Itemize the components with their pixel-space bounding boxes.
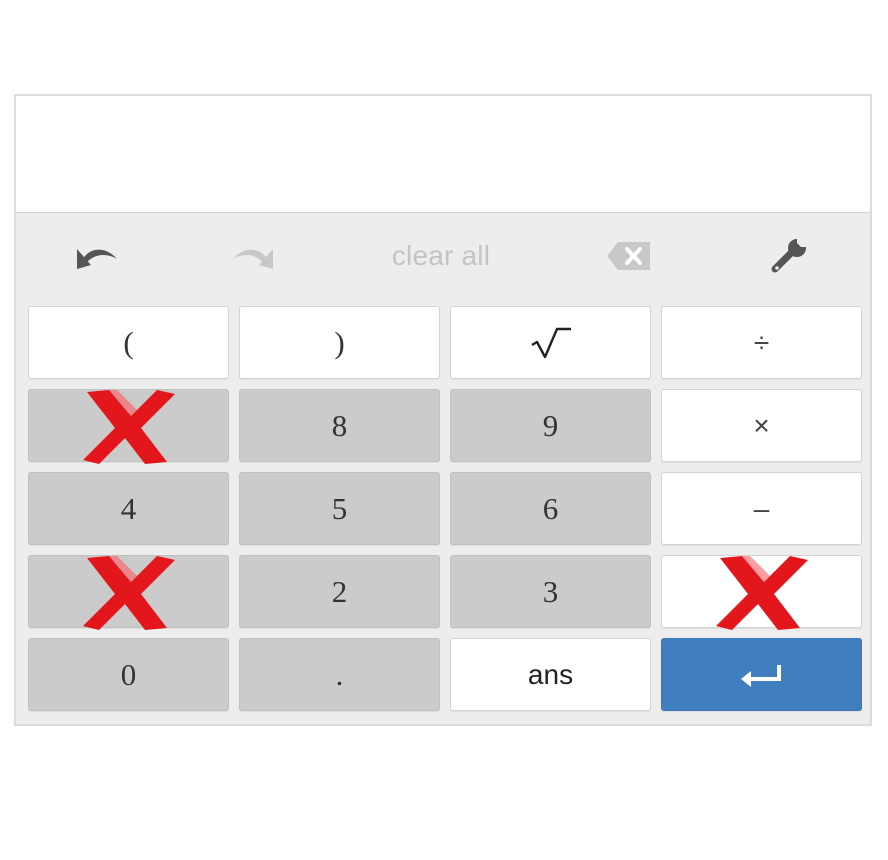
red-x-icon	[82, 555, 175, 630]
digit-3-key[interactable]: 3	[450, 555, 651, 628]
sqrt-icon	[530, 327, 571, 358]
digit-8-label: 8	[331, 407, 348, 443]
obscured-key-row4[interactable]	[28, 555, 229, 630]
backspace-icon	[607, 242, 650, 270]
digit-6-label: 6	[542, 490, 559, 526]
ans-label: ans	[527, 658, 574, 690]
multiply-label: ×	[753, 409, 770, 441]
digit-3-label: 3	[542, 573, 559, 609]
settings-button[interactable]	[768, 234, 812, 278]
undo-icon	[77, 249, 117, 269]
enter-key[interactable]	[661, 638, 862, 711]
digit-0-label: 0	[120, 656, 137, 692]
undo-button[interactable]	[68, 234, 124, 278]
divide-label: ÷	[753, 326, 770, 358]
decimal-point-label: .	[335, 656, 344, 692]
ans-key[interactable]: ans	[450, 638, 651, 711]
digit-4-label: 4	[120, 490, 137, 526]
backspace-button[interactable]	[604, 234, 654, 278]
close-paren-key[interactable]: )	[239, 306, 440, 379]
digit-2-key[interactable]: 2	[239, 555, 440, 628]
obscured-key-row2[interactable]	[28, 389, 229, 464]
multiply-key[interactable]: ×	[661, 389, 862, 462]
digit-5-key[interactable]: 5	[239, 472, 440, 545]
clear-all-button[interactable]: clear all	[376, 234, 506, 278]
redo-button[interactable]	[226, 234, 282, 278]
red-x-icon	[82, 389, 175, 464]
digit-9-key[interactable]: 9	[450, 389, 651, 462]
calculator-keypad: clear all ( ) ÷ 8 9 × 4 5 6 – 2 3 0 . an…	[14, 94, 872, 726]
redo-icon	[233, 249, 273, 269]
enter-icon	[740, 664, 781, 687]
digit-2-label: 2	[331, 573, 348, 609]
open-paren-key[interactable]: (	[28, 306, 229, 379]
close-paren-label: )	[334, 324, 345, 360]
digit-5-label: 5	[331, 490, 348, 526]
decimal-point-key[interactable]: .	[239, 638, 440, 711]
minus-key[interactable]: –	[661, 472, 862, 545]
wrench-icon	[771, 237, 809, 273]
open-paren-label: (	[123, 324, 134, 360]
sqrt-key[interactable]	[450, 306, 651, 379]
digit-0-key[interactable]: 0	[28, 638, 229, 711]
divide-key[interactable]: ÷	[661, 306, 862, 379]
keypad-toolbar: clear all	[16, 212, 870, 302]
digit-9-label: 9	[542, 407, 559, 443]
minus-label: –	[753, 492, 770, 524]
digit-8-key[interactable]: 8	[239, 389, 440, 462]
expression-display[interactable]	[16, 96, 870, 213]
red-x-icon	[715, 555, 808, 630]
digit-4-key[interactable]: 4	[28, 472, 229, 545]
digit-6-key[interactable]: 6	[450, 472, 651, 545]
obscured-operator-key[interactable]	[661, 555, 862, 630]
